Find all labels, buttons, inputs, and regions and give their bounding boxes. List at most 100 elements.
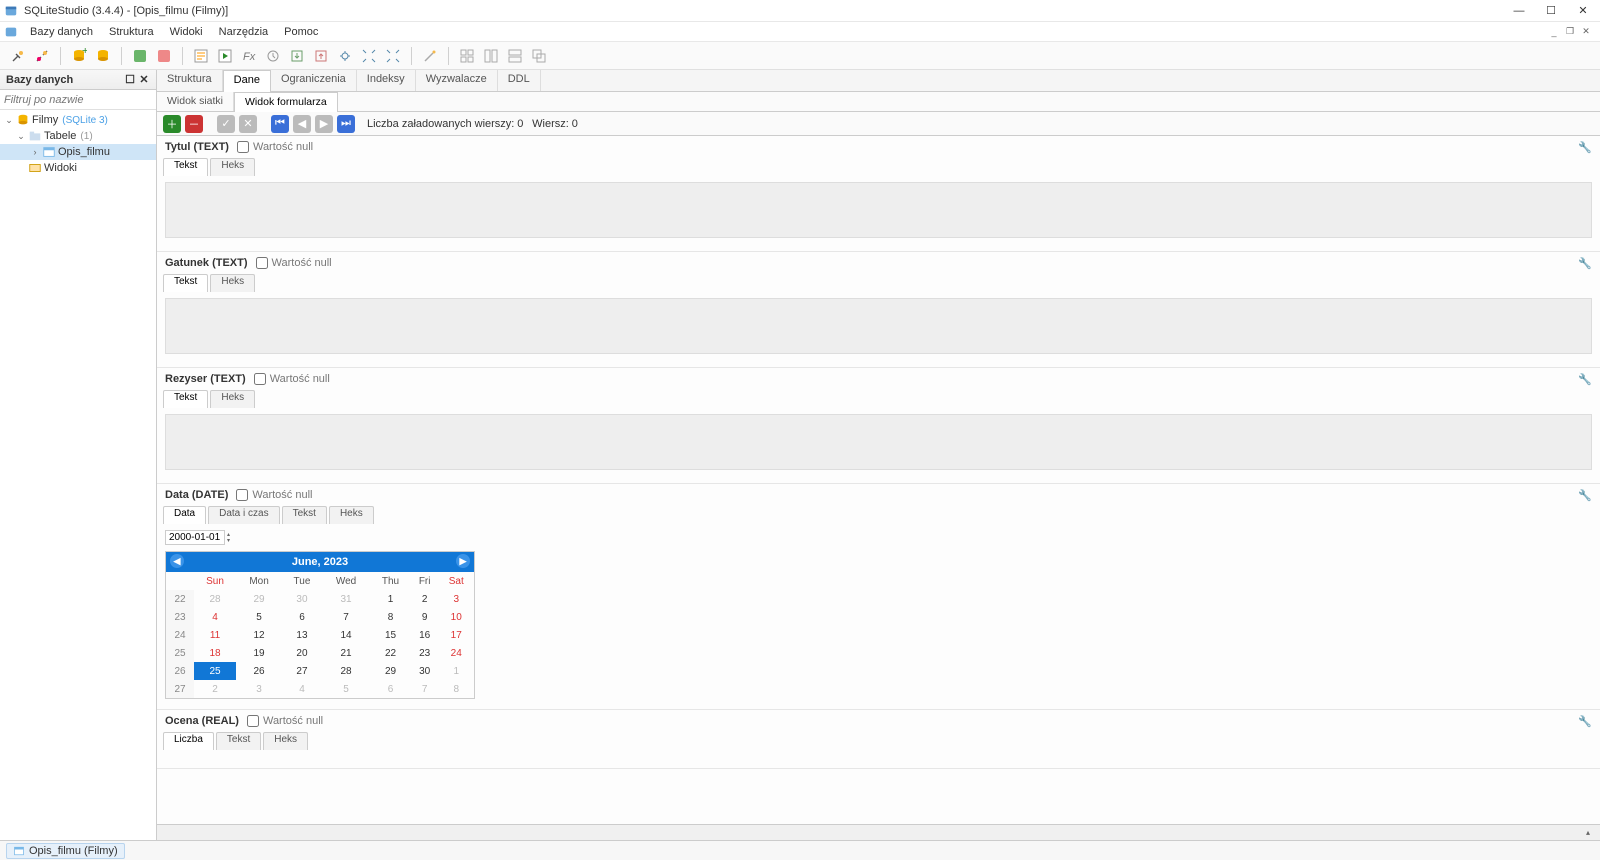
calendar-day[interactable]: 24 [438, 644, 474, 662]
calendar-day[interactable]: 16 [411, 626, 439, 644]
calendar-day[interactable]: 25 [194, 662, 236, 680]
wrench-icon[interactable]: 🔧 [1578, 372, 1592, 386]
tree-db-row[interactable]: ⌄ Filmy (SQLite 3) [0, 112, 156, 128]
field-textarea[interactable] [165, 298, 1592, 354]
calendar-day[interactable]: 14 [322, 626, 370, 644]
function-icon[interactable]: Fx [239, 46, 259, 66]
wand-icon[interactable] [420, 46, 440, 66]
null-checkbox-label[interactable]: Wartość null [237, 141, 313, 153]
calendar-day[interactable]: 7 [411, 680, 439, 698]
tab-ograniczenia[interactable]: Ograniczenia [271, 70, 357, 91]
calendar-day[interactable]: 21 [322, 644, 370, 662]
field-tab-tekst[interactable]: Tekst [282, 506, 327, 524]
menu-databases[interactable]: Bazy danych [22, 24, 101, 40]
import-icon[interactable] [287, 46, 307, 66]
filter-input[interactable] [0, 90, 156, 109]
mdi-restore-icon[interactable]: ❐ [1564, 26, 1576, 38]
tab-struktura[interactable]: Struktura [157, 70, 223, 91]
delete-row-button[interactable]: － [185, 115, 203, 133]
calendar-day[interactable]: 28 [194, 590, 236, 608]
horizontal-scrollbar[interactable]: ▴ [157, 824, 1600, 840]
field-tab-heks[interactable]: Heks [263, 732, 308, 750]
calendar-day[interactable]: 15 [370, 626, 411, 644]
null-checkbox-label[interactable]: Wartość null [236, 489, 312, 501]
tile-icon[interactable] [457, 46, 477, 66]
expand-toggle-icon[interactable]: ⌄ [4, 115, 14, 126]
subtab-form[interactable]: Widok formularza [234, 92, 338, 112]
null-checkbox-label[interactable]: Wartość null [254, 373, 330, 385]
wrench-icon[interactable]: 🔧 [1578, 140, 1592, 154]
sql-editor-icon[interactable] [191, 46, 211, 66]
calendar-day[interactable]: 13 [282, 626, 322, 644]
mdi-minimize-icon[interactable]: _ [1548, 26, 1560, 38]
calendar-day[interactable]: 30 [411, 662, 439, 680]
field-tab-heks[interactable]: Heks [210, 274, 255, 292]
cal-next-icon[interactable]: ▶ [456, 554, 470, 568]
tree-table-row[interactable]: › Opis_filmu [0, 144, 156, 160]
calendar-day[interactable]: 7 [322, 608, 370, 626]
last-row-button[interactable]: ⏭ [337, 115, 355, 133]
add-row-button[interactable]: ＋ [163, 115, 181, 133]
history-icon[interactable] [263, 46, 283, 66]
add-db-icon[interactable]: + [69, 46, 89, 66]
next-row-button[interactable]: ▶ [315, 115, 333, 133]
wrench-icon[interactable]: 🔧 [1578, 256, 1592, 270]
calendar-day[interactable]: 1 [370, 590, 411, 608]
calendar-day[interactable]: 9 [411, 608, 439, 626]
calendar-day[interactable]: 8 [370, 608, 411, 626]
edit-db-icon[interactable] [93, 46, 113, 66]
tab-ddl[interactable]: DDL [498, 70, 541, 91]
wrench-icon[interactable]: 🔧 [1578, 714, 1592, 728]
null-checkbox[interactable] [237, 141, 249, 153]
calendar-day[interactable]: 28 [322, 662, 370, 680]
menu-views[interactable]: Widoki [162, 24, 211, 40]
field-tab-heks[interactable]: Heks [210, 390, 255, 408]
field-tab-tekst[interactable]: Tekst [163, 274, 208, 292]
calendar-day[interactable]: 3 [236, 680, 282, 698]
tile-h-icon[interactable] [481, 46, 501, 66]
calendar-day[interactable]: 6 [282, 608, 322, 626]
config-icon[interactable] [335, 46, 355, 66]
calendar-day[interactable]: 11 [194, 626, 236, 644]
first-row-button[interactable]: ⏮ [271, 115, 289, 133]
maximize-icon[interactable]: ☐ [1544, 4, 1558, 18]
cal-prev-icon[interactable]: ◀ [170, 554, 184, 568]
calendar-day[interactable]: 18 [194, 644, 236, 662]
sidebar-float-icon[interactable]: ☐ [124, 74, 136, 86]
calendar-day[interactable]: 12 [236, 626, 282, 644]
tree-tables-row[interactable]: ⌄ Tabele (1) [0, 128, 156, 144]
null-checkbox[interactable] [254, 373, 266, 385]
calendar-day[interactable]: 10 [438, 608, 474, 626]
field-tab-dataiczas[interactable]: Data i czas [208, 506, 279, 524]
wrench-icon[interactable]: 🔧 [1578, 488, 1592, 502]
field-tab-heks[interactable]: Heks [329, 506, 374, 524]
commit-button[interactable]: ✓ [217, 115, 235, 133]
calendar-day[interactable]: 20 [282, 644, 322, 662]
calendar-day[interactable]: 26 [236, 662, 282, 680]
scroll-up-icon[interactable]: ▴ [1582, 827, 1594, 839]
calendar-day[interactable]: 29 [370, 662, 411, 680]
calendar-day[interactable]: 8 [438, 680, 474, 698]
calendar-day[interactable]: 29 [236, 590, 282, 608]
calendar-day[interactable]: 2 [411, 590, 439, 608]
menu-tools[interactable]: Narzędzia [211, 24, 277, 40]
field-tab-tekst[interactable]: Tekst [163, 390, 208, 408]
calendar-day[interactable]: 19 [236, 644, 282, 662]
null-checkbox[interactable] [247, 715, 259, 727]
field-tab-data[interactable]: Data [163, 506, 206, 524]
export-icon[interactable] [311, 46, 331, 66]
rollback-icon[interactable] [154, 46, 174, 66]
calendar-day[interactable]: 30 [282, 590, 322, 608]
field-textarea[interactable] [165, 414, 1592, 470]
field-tab-heks[interactable]: Heks [210, 158, 255, 176]
field-tab-tekst[interactable]: Tekst [163, 158, 208, 176]
tab-indeksy[interactable]: Indeksy [357, 70, 416, 91]
tab-wyzwalacze[interactable]: Wyzwalacze [416, 70, 498, 91]
calendar-day[interactable]: 3 [438, 590, 474, 608]
calendar-day[interactable]: 5 [322, 680, 370, 698]
calendar-day[interactable]: 5 [236, 608, 282, 626]
subtab-grid[interactable]: Widok siatki [157, 92, 234, 111]
menu-structure[interactable]: Struktura [101, 24, 162, 40]
spinner-buttons[interactable]: ▴▾ [227, 532, 230, 544]
calendar-day[interactable]: 4 [194, 608, 236, 626]
